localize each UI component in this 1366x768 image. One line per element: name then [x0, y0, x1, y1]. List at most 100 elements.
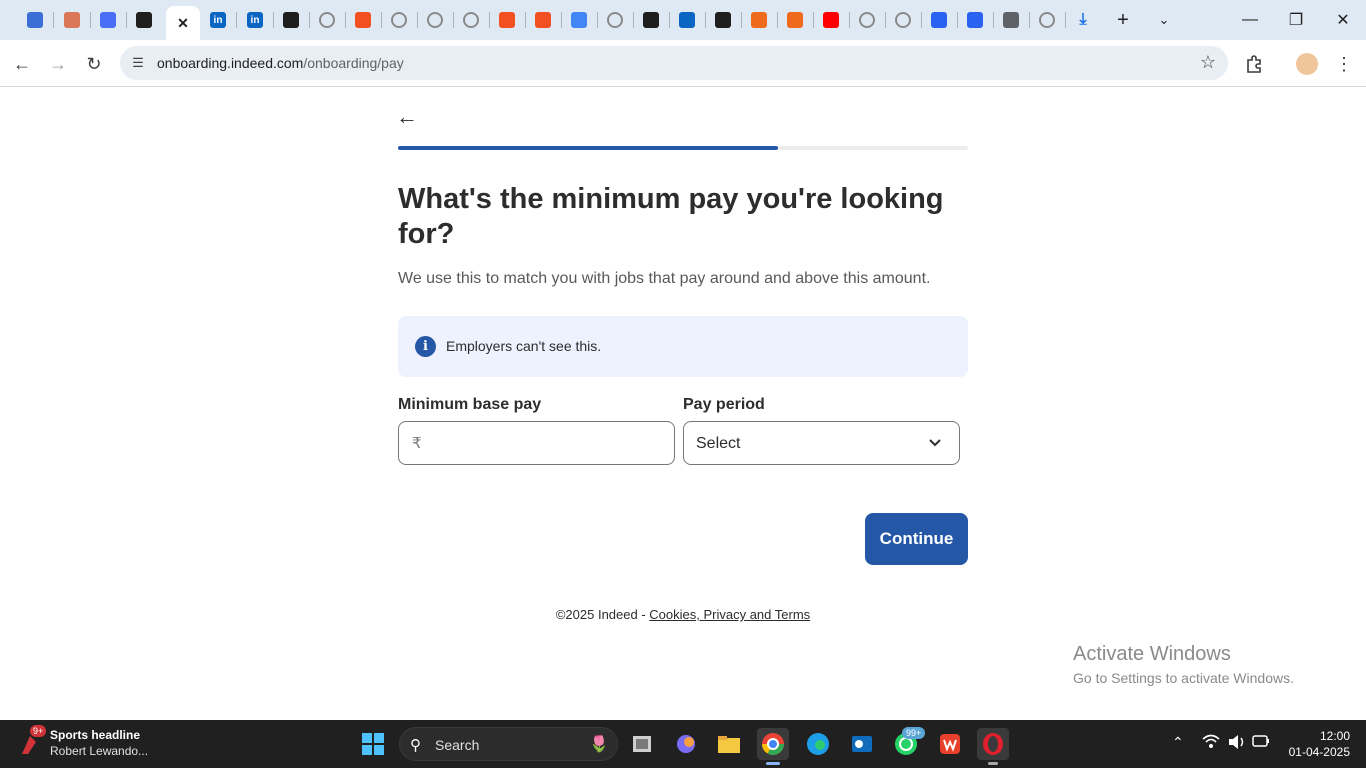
tab-anthropic-icon[interactable] [710, 7, 736, 33]
tab-separator [453, 12, 454, 28]
tab-globe-icon[interactable] [386, 7, 412, 33]
tab-google-icon[interactable] [566, 7, 592, 33]
orange-app-icon [787, 12, 803, 28]
bookmark-star-icon[interactable]: ☆ [1200, 52, 1216, 73]
volume-icon[interactable] [1228, 734, 1246, 753]
tab-download-icon[interactable]: ⤓ [1070, 7, 1096, 33]
microsoft-icon [535, 12, 551, 28]
tab-search-icon[interactable]: ⌄ [1152, 8, 1176, 32]
blue-k-icon [967, 12, 983, 28]
wifi-icon[interactable] [1202, 734, 1220, 753]
clock[interactable]: 12:00 01-04-2025 [1280, 728, 1350, 760]
tab-indeed-icon[interactable] [278, 7, 304, 33]
news-title: Sports headline [50, 728, 141, 742]
progress-fill [398, 146, 779, 150]
tab-globe-icon[interactable] [422, 7, 448, 33]
continue-button[interactable]: Continue [865, 513, 968, 565]
tab-linkedin-icon[interactable]: in [205, 7, 231, 33]
tab-globe-icon[interactable] [854, 7, 880, 33]
tab-orange-app-icon[interactable] [782, 7, 808, 33]
activate-windows-watermark: Activate Windows Go to Settings to activ… [1073, 643, 1294, 686]
linkedin-icon: in [210, 12, 226, 28]
pay-period-select[interactable]: Select [683, 421, 960, 465]
tab-globe-icon[interactable] [1034, 7, 1060, 33]
tab-chatgpt-icon[interactable] [131, 7, 157, 33]
tab-blue-k-icon[interactable] [926, 7, 952, 33]
tab-youtube-icon[interactable] [818, 7, 844, 33]
tab-globe-icon[interactable] [314, 7, 340, 33]
tab-separator [53, 12, 54, 28]
tab-separator [236, 12, 237, 28]
news-subtitle: Robert Lewando... [50, 744, 149, 758]
min-pay-field[interactable]: ₹ [398, 421, 675, 465]
footer-copyright: ©2025 Indeed - [555, 607, 650, 622]
tab-globe-icon[interactable] [890, 7, 916, 33]
globe-icon [859, 12, 875, 28]
menu-kebab-icon[interactable]: ⋮ [1331, 51, 1357, 77]
address-bar[interactable]: ☰ onboarding.indeed.com/onboarding/pay ☆ [120, 46, 1228, 80]
tab-separator [126, 12, 127, 28]
tab-claude-icon[interactable] [59, 7, 85, 33]
tab-copilot-icon[interactable] [22, 7, 48, 33]
tab-separator [993, 12, 994, 28]
outlook-icon[interactable] [846, 728, 878, 760]
tab-butterfly-icon[interactable] [674, 7, 700, 33]
footer-terms-link[interactable]: Cookies, Privacy and Terms [649, 607, 810, 622]
minimize-icon[interactable]: — [1238, 8, 1262, 32]
tab-separator [273, 12, 274, 28]
active-tab-close-icon[interactable]: ✕ [166, 6, 200, 40]
tab-separator [957, 12, 958, 28]
opera-icon[interactable] [977, 728, 1009, 760]
page-subtitle: We use this to match you with jobs that … [398, 270, 931, 287]
news-widget[interactable]: 9+ Sports headline Robert Lewando... [16, 725, 166, 762]
chrome-taskbar-icon[interactable] [757, 728, 789, 760]
tab-indeed-icon[interactable] [638, 7, 664, 33]
tab-orange-app-icon[interactable] [746, 7, 772, 33]
profile-avatar[interactable] [1294, 51, 1320, 77]
indeed-icon [283, 12, 299, 28]
reload-icon[interactable]: ↻ [80, 50, 108, 78]
min-pay-input[interactable] [427, 430, 667, 456]
tab-separator [597, 12, 598, 28]
footer: ©2025 Indeed - Cookies, Privacy and Term… [0, 607, 1366, 622]
info-text: Employers can't see this. [446, 338, 602, 354]
battery-icon[interactable] [1252, 734, 1270, 751]
search-label: Search [435, 737, 480, 753]
tab-separator [885, 12, 886, 28]
tab-blue-k-icon[interactable] [962, 7, 988, 33]
restore-icon[interactable]: ❐ [1284, 8, 1308, 32]
tab-linkedin-icon[interactable]: in [242, 7, 268, 33]
chrome-icon [1003, 12, 1019, 28]
forward-icon[interactable]: → [44, 50, 72, 78]
tab-globe-icon[interactable] [458, 7, 484, 33]
back-icon[interactable]: ← [8, 50, 36, 78]
copilot-app-icon[interactable] [670, 728, 702, 760]
tab-gemini-icon[interactable] [95, 7, 121, 33]
tab-chrome-icon[interactable] [998, 7, 1024, 33]
youtube-icon [823, 12, 839, 28]
taskbar-search[interactable]: ⚲ Search 🌷 [399, 727, 618, 761]
tab-microsoft-icon[interactable] [350, 7, 376, 33]
wps-office-icon[interactable] [934, 728, 966, 760]
file-explorer-icon[interactable] [713, 728, 745, 760]
tab-separator [381, 12, 382, 28]
tab-globe-icon[interactable] [602, 7, 628, 33]
show-hidden-icons[interactable]: ⌃ [1172, 734, 1184, 751]
task-view-icon[interactable] [626, 728, 658, 760]
window-close-icon[interactable]: ✕ [1331, 8, 1355, 32]
site-settings-icon[interactable]: ☰ [128, 53, 148, 73]
new-tab-icon[interactable]: + [1111, 8, 1135, 32]
info-icon: i [415, 336, 436, 357]
globe-icon [895, 12, 911, 28]
tab-microsoft-icon[interactable] [494, 7, 520, 33]
start-icon[interactable] [357, 728, 389, 760]
indeed-icon [643, 12, 659, 28]
edge-icon[interactable] [802, 728, 834, 760]
tab-separator [417, 12, 418, 28]
url-path: /onboarding/pay [303, 55, 404, 71]
chrome-active-indicator [766, 762, 780, 765]
extensions-icon[interactable] [1241, 51, 1267, 77]
url-text[interactable]: onboarding.indeed.com/onboarding/pay [157, 55, 404, 71]
back-arrow-icon[interactable]: ← [396, 105, 420, 129]
tab-microsoft-icon[interactable] [530, 7, 556, 33]
